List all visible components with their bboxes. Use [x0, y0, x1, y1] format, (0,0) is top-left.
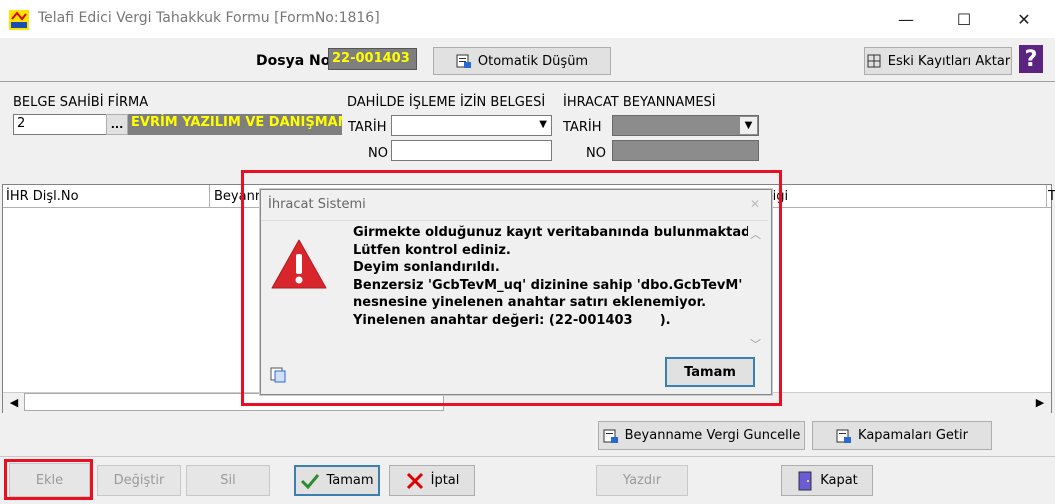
- iptal-label: İptal: [430, 473, 460, 488]
- otomatik-dusum-label: Otomatik Düşüm: [477, 53, 589, 69]
- form-icon: [456, 54, 471, 68]
- tamam-button[interactable]: Tamam: [294, 465, 380, 496]
- firm-name-field: EVRİM YAZILIM VE DANIŞMAN: [128, 114, 342, 135]
- yazdir-button[interactable]: Yazdır: [596, 465, 688, 496]
- dahilde-no-input[interactable]: [391, 140, 552, 161]
- degistir-button[interactable]: Değiştir: [97, 465, 181, 496]
- beyanname-vergi-guncelle-label: Beyanname Vergi Guncelle: [624, 428, 801, 443]
- belge-lookup-button[interactable]: ...: [106, 114, 128, 135]
- tamam-label: Tamam: [326, 473, 374, 488]
- help-icon: ?: [1024, 46, 1038, 72]
- beyanname-vergi-guncelle-button[interactable]: Beyanname Vergi Guncelle: [598, 421, 805, 450]
- grid-col-ihr[interactable]: İHR Dişl.No: [6, 189, 79, 204]
- kapamalari-getir-button[interactable]: Kapamaları Getir: [812, 421, 992, 450]
- dahilde-tarih-select[interactable]: ▼: [391, 115, 552, 136]
- kapamalari-getir-label: Kapamaları Getir: [858, 428, 968, 443]
- scroll-left-button[interactable]: ◀: [5, 394, 23, 411]
- grid-col-divider-end: [1046, 185, 1047, 207]
- dosya-no-field[interactable]: 22-001403: [328, 48, 417, 70]
- dahilde-label: DAHİLDE İŞLEME İZİN BELGESİ: [347, 95, 546, 110]
- grid-col-divider: [209, 185, 210, 207]
- eski-kayitlari-aktar-button[interactable]: Eski Kayıtları Aktar: [864, 47, 1012, 75]
- chevron-down-icon: ▼: [539, 119, 547, 130]
- app-icon: [9, 10, 29, 30]
- help-button[interactable]: ?: [1019, 45, 1043, 73]
- sil-button[interactable]: Sil: [186, 465, 270, 496]
- ihracat-no-input[interactable]: [612, 140, 759, 161]
- eski-kayitlari-aktar-label: Eski Kayıtları Aktar: [887, 53, 1011, 69]
- header-separator: [0, 81, 1055, 82]
- grid-col-fourth[interactable]: T: [1048, 189, 1055, 204]
- grid-icon: [867, 54, 881, 68]
- chevron-down-icon: ▼: [740, 117, 757, 134]
- window-title: Telafi Edici Vergi Tahakkuk Formu [FormN…: [38, 10, 380, 26]
- x-icon: [406, 472, 423, 489]
- bottom-separator: [0, 456, 1055, 457]
- minimize-button[interactable]: —: [883, 0, 929, 38]
- ihracat-no-label: NO: [586, 146, 606, 161]
- belge-code-input[interactable]: 2: [13, 114, 107, 135]
- highlight-frame-dialog: [241, 170, 782, 406]
- ihracat-label: İHRACAT BEYANNAMESİ: [563, 95, 716, 110]
- belge-sahibi-label: BELGE SAHİBİ FİRMA: [13, 95, 149, 110]
- otomatik-dusum-button[interactable]: Otomatik Düşüm: [433, 47, 611, 75]
- kapat-label: Kapat: [820, 473, 858, 488]
- ihracat-tarih-select[interactable]: ▼: [612, 115, 759, 136]
- ihracat-tarih-label: TARİH: [563, 120, 602, 135]
- dahilde-no-label: NO: [368, 146, 388, 161]
- iptal-button[interactable]: İptal: [389, 465, 475, 496]
- form-icon: [836, 429, 852, 443]
- highlight-frame-ekle: [4, 459, 93, 500]
- close-window-button[interactable]: ✕: [1001, 0, 1047, 38]
- check-icon: [301, 473, 320, 489]
- door-icon: [798, 471, 812, 490]
- scroll-right-button[interactable]: ▶: [1031, 394, 1049, 411]
- dahilde-tarih-label: TARİH: [348, 120, 387, 135]
- maximize-button[interactable]: ☐: [941, 0, 987, 38]
- dosya-no-label: Dosya No: [256, 53, 331, 69]
- form-icon: [603, 429, 618, 443]
- kapat-button[interactable]: Kapat: [781, 465, 873, 496]
